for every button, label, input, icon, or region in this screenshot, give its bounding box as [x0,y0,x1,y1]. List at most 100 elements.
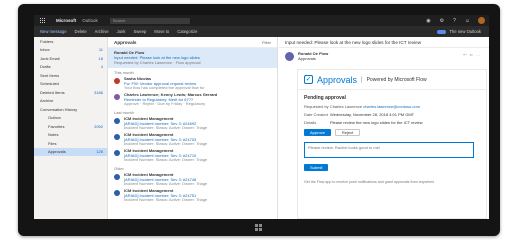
folder-item[interactable]: Folders [34,37,107,46]
sweep-button[interactable]: Sweep [133,29,146,34]
list-item[interactable]: ICM Incident Management [ARIAD] Incident … [108,116,277,132]
screen: Microsoft Outlook Search ◉ ⚙ ? ☺ New mes… [34,15,489,219]
requested-by: Requested by Charles Lawrence charles.la… [304,104,480,109]
approvals-check-icon: ✓ [304,75,313,84]
folder-label: Scheduled [40,81,59,87]
folder-label: Outbox [48,115,61,121]
email-subject: Input needed: Please look at the new log… [279,37,489,48]
folder-item[interactable]: Scheduled [34,80,107,89]
folder-label: Inbox [40,47,50,53]
selected-message[interactable]: Ronald Oe Flow Input needed: Please look… [108,48,277,68]
new-message-button[interactable]: New message [40,29,67,34]
folder-count: 2092 [94,123,103,129]
list-item[interactable]: ICM Incident Management [ARIAD] Incident … [108,148,277,164]
feedback-icon[interactable]: ☺ [465,18,470,24]
folder-item[interactable]: Junk Email 18 [34,54,107,63]
app-name: Outlook [82,18,98,23]
card-header: ✓ Approvals | Powered by Microsoft Flow [298,70,486,90]
folder-count: 3186 [94,89,103,95]
card-footnote: Get the Flow app to receive push notific… [304,180,435,185]
folder-label: Archive [40,98,54,104]
approval-card: ✓ Approvals | Powered by Microsoft Flow … [297,69,487,219]
new-outlook-toggle[interactable] [437,29,447,34]
message-preview: Approve · Reject · Due by Friday · Regul… [124,101,206,107]
skype-icon[interactable]: ◉ [426,18,430,24]
message-preview: Incident Number: Status: Active: Owner: … [124,197,208,203]
sender-avatar [285,52,294,61]
field-date-created: Date Created Wednesday, November 28, 201… [304,112,480,118]
field-key: Date Created [304,112,328,117]
list-item[interactable]: ICM Incident Management [ARIAD] Incident … [108,172,277,188]
avatar [114,150,120,156]
avatar [114,78,120,84]
field-details: Details Please review the new logo slide… [304,119,480,126]
folder-label: Approvals [48,149,66,155]
brand-label: Microsoft [56,18,77,23]
requester-name: Charles Lawrence [329,104,363,109]
app-launcher-icon[interactable] [40,17,46,24]
message-preview: Incident Number: Status: Active: Owner: … [124,157,208,163]
folder-label: Folders [40,38,54,44]
help-icon[interactable]: ? [453,18,456,24]
categorize-button[interactable]: Categorize [177,29,197,34]
field-key: Details [304,119,317,125]
folder-item[interactable]: Archive [34,97,107,106]
folder-label: Files [48,140,57,146]
list-title: Approvals [114,39,137,45]
user-avatar[interactable] [478,17,485,24]
folder-count: 11 [98,47,103,53]
folder-item-approvals[interactable]: Approvals 126 [34,147,107,156]
approve-button[interactable]: Approve [304,129,331,137]
powered-by-label: Powered by Microsoft Flow [366,76,427,83]
junk-button[interactable]: Junk [117,29,126,34]
field-value: Wednesday, November 28, 2018 4:01 PM GMT [330,112,415,117]
card-separator: | [361,76,363,83]
folder-item[interactable]: Conversation History [34,105,107,114]
folder-label: Deleted Items [40,89,65,95]
message-preview: Your flow has completed the approval flo… [124,85,205,91]
folder-item[interactable]: Drafts 4 [34,63,107,72]
folder-label: Sent Items [40,72,60,78]
avatar [114,118,120,124]
message-list: Approvals Filter Ronald Oe Flow Input ne… [108,37,278,219]
folder-item[interactable]: Deleted Items 3186 [34,88,107,97]
comment-input[interactable]: Please review. Rachel looks good to me! [304,142,474,159]
reading-pane: Input needed: Please look at the new log… [279,37,489,219]
filter-button[interactable]: Filter [262,40,271,45]
avatar [114,94,120,100]
folder-label: Favorites [48,123,65,129]
reject-button[interactable]: Reject [334,129,361,137]
archive-button[interactable]: Archive [95,29,109,34]
folder-label: Conversation History [40,106,78,112]
search-input[interactable]: Search [109,17,190,24]
message-actions: ↩⇐… [463,52,483,61]
email-from: Ronald Oe Flow Approvals ↩⇐… [279,48,489,65]
folder-item[interactable]: Notes [34,131,107,140]
folder-item[interactable]: Outbox [34,114,107,123]
folder-item[interactable]: Sent Items [34,71,107,80]
settings-icon[interactable]: ⚙ [440,18,444,24]
requester-email-link[interactable]: charles.lawrence@contoso.com [363,104,420,109]
field-value: Please review the new logo slides for th… [330,119,423,125]
windows-button-icon[interactable] [255,224,262,231]
move-to-button[interactable]: Move to [154,29,169,34]
command-bar: New message Delete Archive Junk Sweep Mo… [34,26,489,37]
folder-label: Drafts [40,64,51,70]
title-bar: Microsoft Outlook Search ◉ ⚙ ? ☺ [34,15,489,26]
title-bar-icons: ◉ ⚙ ? ☺ [426,18,470,24]
folder-item[interactable]: Inbox 11 [34,46,107,55]
more-icon[interactable]: … [476,52,483,57]
message-preview: Requested by Charles Lawrence · Flow app… [114,60,201,65]
folder-label: Junk Email [40,55,60,61]
folder-item[interactable]: Favorites 2092 [34,122,107,131]
submit-button[interactable]: Submit [304,164,329,172]
folder-item[interactable]: Files [34,139,107,148]
list-item[interactable]: Sasha Nicolas Fw: FW: Vendor approval req… [108,76,277,92]
list-item[interactable]: ICM Incident Management [ARIAD] Incident … [108,188,277,204]
message-preview: Incident Number: Status: Active: Owner: … [124,181,208,187]
delete-button[interactable]: Delete [75,29,87,34]
list-item[interactable]: Charles Lawrence; Kenny Lewis; Marcus Ge… [108,92,277,108]
folder-count: 126 [96,149,103,155]
list-item[interactable]: ICM Incident Management [ARIAD] Incident … [108,132,277,148]
avatar [114,134,120,140]
